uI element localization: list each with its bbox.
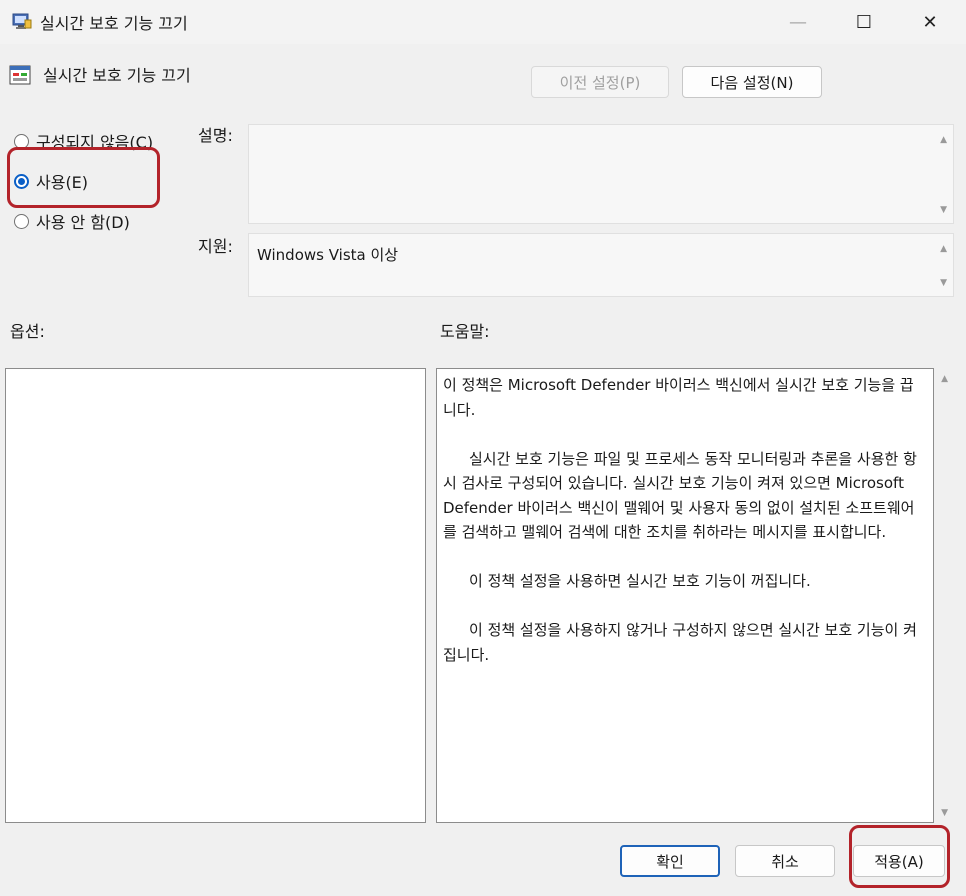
- scroll-up-icon[interactable]: ▲: [940, 244, 947, 254]
- ok-button[interactable]: 확인: [620, 845, 720, 877]
- radio-indicator[interactable]: [14, 213, 29, 229]
- supported-box[interactable]: Windows Vista 이상 ▲ ▼: [248, 233, 954, 297]
- radio-label: 사용 안 함(D): [36, 213, 130, 232]
- help-paragraph: 이 정책은 Microsoft Defender 바이러스 백신에서 실시간 보…: [443, 376, 914, 419]
- supported-label: 지원:: [198, 237, 233, 256]
- scroll-down-icon[interactable]: ▼: [940, 205, 947, 215]
- maximize-button[interactable]: ☐: [832, 0, 896, 44]
- options-panel: [5, 368, 426, 823]
- highlight-enabled-option: [7, 147, 160, 208]
- help-panel[interactable]: 이 정책은 Microsoft Defender 바이러스 백신에서 실시간 보…: [436, 368, 934, 823]
- help-paragraph: 이 정책 설정을 사용하면 실시간 보호 기능이 꺼집니다.: [469, 572, 811, 590]
- next-setting-button[interactable]: 다음 설정(N): [682, 66, 822, 98]
- help-text: 이 정책은 Microsoft Defender 바이러스 백신에서 실시간 보…: [443, 373, 927, 692]
- help-paragraph: 이 정책 설정을 사용하지 않거나 구성하지 않으면 실시간 보호 기능이 켜집…: [443, 621, 917, 664]
- title-bar: 실시간 보호 기능 끄기 — ☐ ✕: [0, 0, 966, 44]
- prev-setting-button[interactable]: 이전 설정(P): [531, 66, 669, 98]
- help-paragraph: 실시간 보호 기능은 파일 및 프로세스 동작 모니터링과 추론을 사용한 항시…: [443, 449, 917, 542]
- policy-setting-icon: [9, 65, 31, 85]
- scroll-up-icon[interactable]: ▲: [940, 135, 947, 145]
- group-policy-icon: [12, 13, 32, 29]
- radio-disabled[interactable]: 사용 안 함(D): [14, 209, 130, 233]
- supported-value: Windows Vista 이상: [257, 246, 399, 264]
- help-label: 도움말:: [440, 322, 490, 341]
- highlight-apply-button: [849, 825, 950, 888]
- options-label: 옵션:: [10, 322, 45, 341]
- close-button[interactable]: ✕: [898, 0, 962, 44]
- policy-title: 실시간 보호 기능 끄기: [43, 66, 191, 85]
- minimize-button[interactable]: —: [766, 0, 830, 44]
- scroll-down-icon[interactable]: ▼: [941, 808, 948, 818]
- description-box[interactable]: ▲ ▼: [248, 124, 954, 224]
- window-title: 실시간 보호 기능 끄기: [40, 14, 188, 33]
- cancel-button[interactable]: 취소: [735, 845, 835, 877]
- scroll-up-icon[interactable]: ▲: [941, 374, 948, 384]
- help-scrollbar[interactable]: ▲ ▼: [932, 368, 954, 822]
- description-label: 설명:: [198, 126, 233, 145]
- scroll-down-icon[interactable]: ▼: [940, 278, 947, 288]
